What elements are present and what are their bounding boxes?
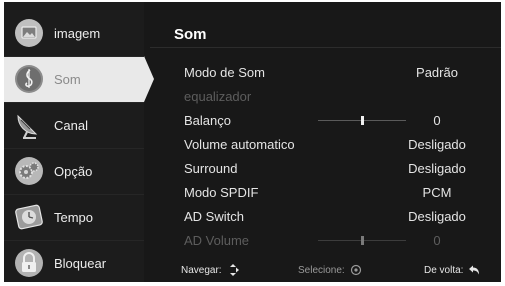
setting-label: AD Volume — [184, 233, 250, 248]
setting-label: Volume automatico — [184, 137, 295, 152]
setting-value: Desligado — [408, 161, 466, 176]
hint-back-label: De volta: — [424, 264, 464, 276]
hint-back: De volta: — [424, 264, 480, 276]
setting-value: Desligado — [408, 137, 466, 152]
setting-value: 0 — [433, 233, 441, 248]
gears-icon — [14, 156, 44, 186]
back-arrow-icon — [468, 264, 480, 276]
hint-navigate-label: Navegar: — [181, 264, 222, 276]
setting-row-ad-volume: AD Volume 0 — [150, 229, 501, 253]
sidebar-item-label: Canal — [54, 117, 88, 133]
picture-icon — [14, 18, 44, 48]
slider-knob[interactable] — [361, 116, 364, 125]
satellite-dish-icon — [14, 110, 44, 140]
sidebar-item-imagem[interactable]: imagem — [4, 10, 144, 56]
ok-button-icon — [350, 264, 362, 276]
navigate-arrows-icon — [227, 264, 239, 276]
sidebar-item-tempo[interactable]: Tempo — [4, 194, 144, 240]
footer-hints: Navegar: Selecione: De volta: — [150, 260, 501, 280]
sidebar-item-som[interactable]: Som — [4, 56, 144, 102]
setting-row-modo-de-som[interactable]: Modo de Som Padrão — [150, 61, 501, 85]
setting-label: AD Switch — [184, 209, 244, 224]
hint-select-label: Selecione: — [298, 264, 345, 276]
sound-settings-panel: Som Modo de Som Padrão equalizador Balan… — [150, 2, 501, 282]
setting-row-volume-automatico[interactable]: Volume automatico Desligado — [150, 133, 501, 157]
setting-label: Modo de Som — [184, 65, 265, 80]
sidebar-item-label: Som — [54, 71, 81, 87]
hint-navigate: Navegar: — [181, 264, 239, 276]
sidebar-item-label: imagem — [54, 25, 101, 41]
sidebar-item-label: Bloquear — [54, 255, 107, 271]
page-title: Som — [174, 26, 207, 43]
setting-row-equalizador: equalizador — [150, 85, 501, 109]
setting-row-ad-switch[interactable]: AD Switch Desligado — [150, 205, 501, 229]
setting-label: Surround — [184, 161, 238, 176]
sidebar-item-label: Opção — [54, 163, 93, 179]
setting-label: Balanço — [184, 113, 231, 128]
padlock-icon — [14, 248, 44, 278]
sidebar-item-opcao[interactable]: Opção — [4, 148, 144, 194]
category-sidebar: imagem Som Canal Opção Tempo Bloquear — [4, 2, 154, 282]
setting-value: Padrão — [416, 65, 458, 80]
slider-knob — [361, 236, 364, 245]
hint-select: Selecione: — [298, 264, 362, 276]
setting-row-surround[interactable]: Surround Desligado — [150, 157, 501, 181]
setting-row-balanco[interactable]: Balanço 0 — [150, 109, 501, 133]
music-note-icon — [14, 64, 44, 94]
sidebar-item-label: Tempo — [54, 209, 94, 225]
setting-value: 0 — [433, 113, 441, 128]
setting-value: PCM — [422, 185, 452, 200]
setting-label: equalizador — [184, 89, 252, 104]
clock-icon — [14, 202, 44, 232]
sidebar-item-bloquear[interactable]: Bloquear — [4, 240, 144, 282]
title-divider — [150, 47, 501, 48]
setting-row-modo-spdif[interactable]: Modo SPDIF PCM — [150, 181, 501, 205]
tv-menu-screen: imagem Som Canal Opção Tempo Bloquear So… — [4, 2, 501, 282]
setting-label: Modo SPDIF — [184, 185, 259, 200]
setting-value: Desligado — [408, 209, 466, 224]
sidebar-item-canal[interactable]: Canal — [4, 102, 144, 148]
